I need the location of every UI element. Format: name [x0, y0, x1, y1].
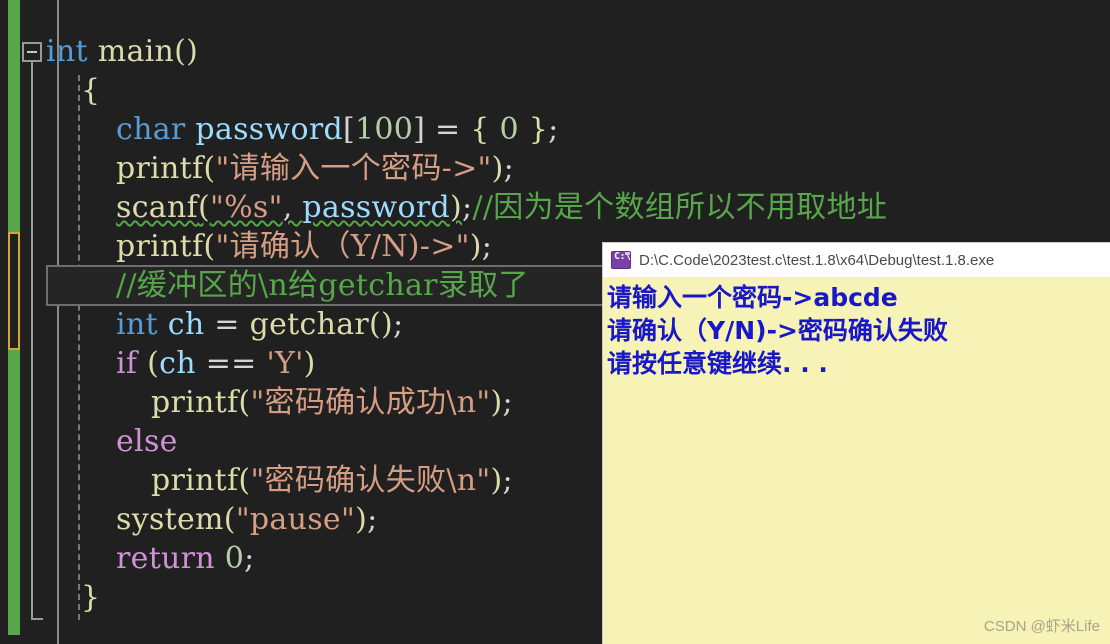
code-token: ;	[367, 502, 378, 537]
code-token: ch	[167, 307, 205, 342]
code-token: 0	[224, 541, 245, 576]
code-line[interactable]: printf("请输入一个密码->");	[116, 149, 514, 188]
code-token: (	[238, 463, 251, 498]
code-token: {	[470, 112, 490, 147]
code-line[interactable]: system("pause");	[116, 500, 378, 539]
code-token: }	[528, 112, 549, 147]
code-token: ,	[282, 190, 303, 225]
code-token: ;	[393, 307, 404, 342]
console-window[interactable]: D:\C.Code\2023test.c\test.1.8\x64\Debug\…	[603, 243, 1110, 644]
code-line[interactable]: char password[100] = { 0 };	[116, 110, 559, 149]
code-token: 100	[355, 112, 414, 147]
code-token: ch	[159, 346, 196, 381]
console-output-line: 请按任意键继续. . .	[607, 349, 828, 378]
console-title-text: D:\C.Code\2023test.c\test.1.8\x64\Debug\…	[639, 251, 995, 269]
code-token: )	[469, 229, 482, 264]
code-token: "密码确认失败\n"	[250, 463, 491, 498]
code-line[interactable]: }	[81, 578, 100, 617]
code-token: ;	[548, 112, 559, 147]
code-token: )	[303, 346, 316, 381]
code-token: ;	[481, 229, 493, 264]
code-line[interactable]: int ch = getchar();	[116, 305, 403, 344]
watermark-text: CSDN @虾米Life	[983, 618, 1100, 635]
console-title-bar[interactable]: D:\C.Code\2023test.c\test.1.8\x64\Debug\…	[603, 243, 1110, 277]
code-token: (	[203, 229, 216, 264]
code-token: "%s"	[210, 190, 283, 225]
code-token: 0	[499, 112, 519, 147]
code-token: {	[81, 73, 101, 108]
code-token: ==	[195, 346, 267, 381]
console-output-line: 请确认（Y/N)->密码确认失败	[607, 316, 948, 345]
code-token: "请确认（Y/N)->"	[215, 229, 470, 264]
code-token: else	[116, 424, 178, 459]
code-token: )	[491, 151, 504, 186]
code-token: )	[450, 190, 463, 225]
code-token: )	[355, 502, 368, 537]
code-token: ()	[174, 34, 199, 69]
code-token: (	[223, 502, 236, 537]
code-token: =	[425, 112, 471, 147]
code-line[interactable]: scanf("%s", password);//因为是个数组所以不用取地址	[116, 188, 887, 227]
code-token: (	[198, 190, 211, 225]
code-token: int	[46, 34, 88, 69]
code-token: "请输入一个密码->"	[215, 151, 492, 186]
code-token: password	[195, 112, 343, 147]
code-token: ;	[462, 190, 473, 225]
code-line[interactable]: printf("密码确认成功\n");	[151, 383, 513, 422]
code-token: ()	[369, 307, 394, 342]
code-token: main	[97, 34, 175, 69]
code-token: =	[204, 307, 250, 342]
code-line[interactable]: printf("密码确认失败\n");	[151, 461, 513, 500]
code-token: (	[203, 151, 216, 186]
code-token: "密码确认成功\n"	[250, 385, 491, 420]
code-token: (	[238, 385, 251, 420]
code-token: )	[490, 463, 503, 498]
code-token: //因为是个数组所以不用取地址	[472, 190, 888, 225]
code-line[interactable]: printf("请确认（Y/N)->");	[116, 227, 492, 266]
code-token: if	[116, 346, 138, 381]
code-token: ;	[502, 385, 513, 420]
code-token: char	[116, 112, 186, 147]
code-token: return	[116, 541, 215, 576]
code-token: ;	[244, 541, 255, 576]
code-token: "pause"	[235, 502, 356, 537]
code-token: }	[81, 580, 101, 615]
code-token: ;	[503, 151, 515, 186]
console-output-area[interactable]: 请输入一个密码->abcde 请确认（Y/N)->密码确认失败 请按任意键继续. .…	[603, 277, 1110, 644]
code-token: 'Y'	[266, 346, 304, 381]
code-token: printf	[116, 151, 204, 186]
code-token: int	[116, 307, 158, 342]
code-line[interactable]: else	[116, 422, 178, 461]
code-token: )	[490, 385, 503, 420]
code-token: scanf	[116, 190, 199, 225]
code-line[interactable]: {	[81, 71, 100, 110]
code-line[interactable]: //缓冲区的\n给getchar录取了	[116, 266, 529, 305]
code-line[interactable]: return 0;	[116, 539, 255, 578]
code-line[interactable]: if (ch == 'Y')	[116, 344, 316, 383]
code-token: //缓冲区的\n给getchar录取了	[116, 268, 529, 303]
code-token: (	[147, 346, 160, 381]
code-token: password	[302, 190, 450, 225]
code-token: ;	[502, 463, 513, 498]
screen-root: int main(){char password[100] = { 0 }; pr…	[0, 0, 1110, 644]
console-app-icon	[611, 251, 631, 269]
code-token: getchar	[249, 307, 370, 342]
code-token: ]	[413, 112, 426, 147]
code-token: printf	[151, 385, 239, 420]
code-token: printf	[116, 229, 204, 264]
code-token: system	[116, 502, 224, 537]
console-output-line: 请输入一个密码->abcde	[607, 283, 898, 312]
code-token: [	[342, 112, 355, 147]
code-token: printf	[151, 463, 239, 498]
code-line[interactable]: int main()	[46, 32, 198, 71]
